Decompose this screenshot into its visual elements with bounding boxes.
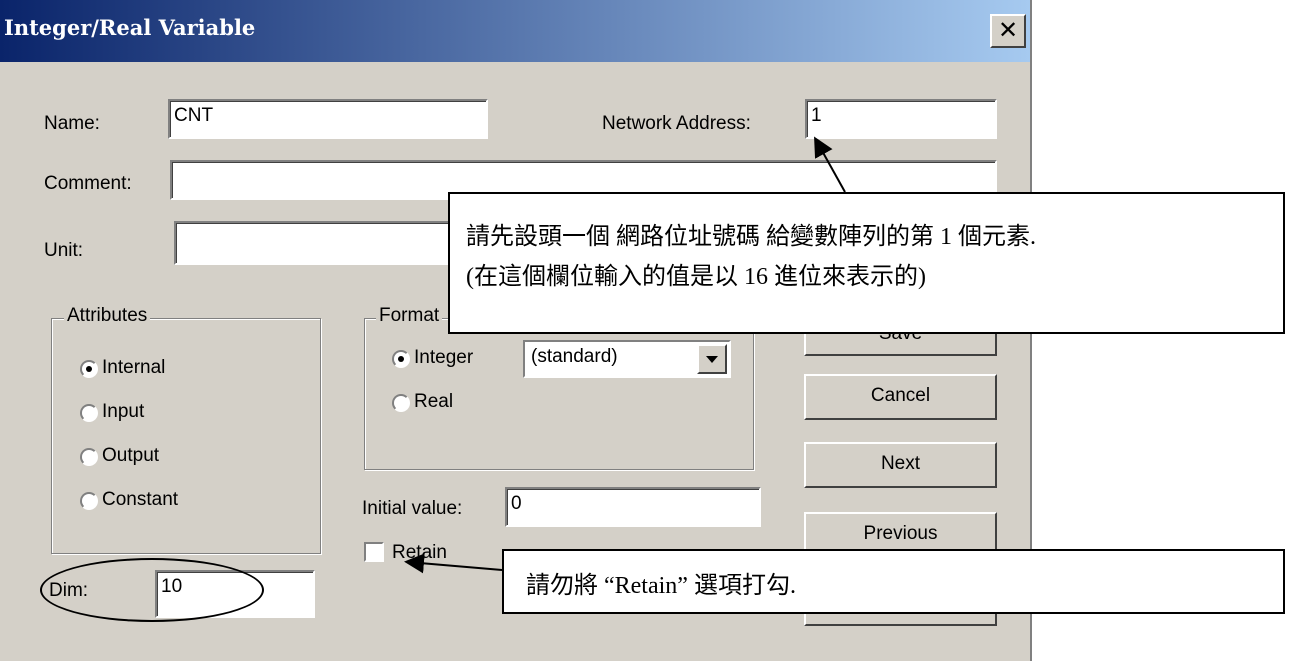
retain-arrow <box>404 553 503 574</box>
network-address-arrow <box>814 136 846 193</box>
annotation-arrows <box>404 136 846 574</box>
